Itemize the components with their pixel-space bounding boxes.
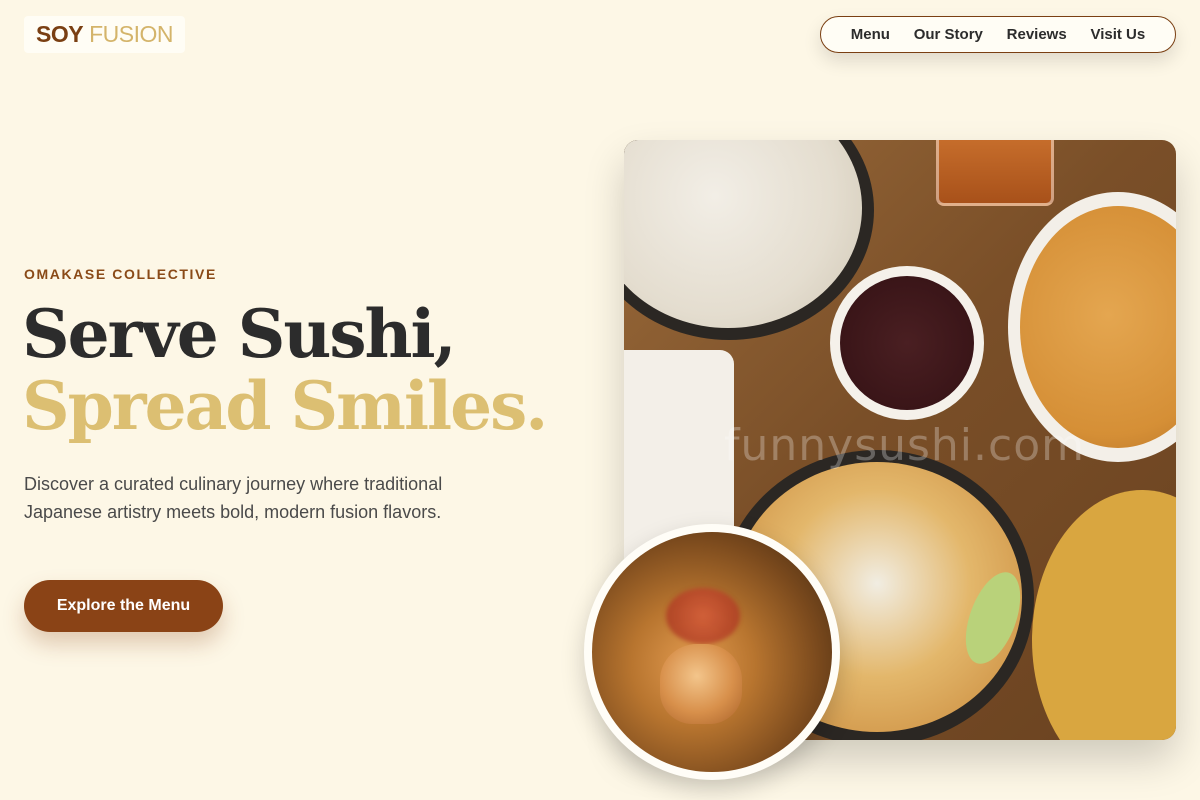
sushi-roll-shape	[660, 644, 742, 724]
hero-kicker: OMAKASE COLLECTIVE	[24, 266, 217, 282]
headline-line-1: Serve Sushi,	[22, 295, 457, 373]
sushi-inset-image	[584, 524, 840, 780]
nav-link-visit-us[interactable]: Visit Us	[1090, 26, 1145, 43]
brand-word-2: FUSION	[89, 21, 173, 47]
nav-link-our-story[interactable]: Our Story	[914, 26, 983, 43]
sushi-photo	[592, 532, 832, 772]
brand-word-1: SOY	[36, 21, 84, 47]
main-nav: Menu Our Story Reviews Visit Us	[820, 16, 1176, 53]
sushi-roll-shape	[666, 588, 740, 644]
hero-headline: Serve Sushi, Spread Smiles.	[22, 295, 548, 445]
image-watermark: funnysushi.com	[724, 420, 1085, 471]
rice-shape	[840, 276, 974, 410]
explore-menu-button[interactable]: Explore the Menu	[24, 580, 223, 632]
headline-line-2: Spread Smiles.	[22, 367, 548, 445]
page: SOY FUSION Menu Our Story Reviews Visit …	[0, 0, 1200, 800]
glass-shape	[936, 140, 1054, 206]
brand-logo[interactable]: SOY FUSION	[24, 16, 185, 53]
nav-link-menu[interactable]: Menu	[851, 26, 890, 43]
nav-link-reviews[interactable]: Reviews	[1007, 26, 1067, 43]
plate-shape	[1032, 490, 1176, 740]
hero-description: Discover a curated culinary journey wher…	[24, 474, 443, 522]
